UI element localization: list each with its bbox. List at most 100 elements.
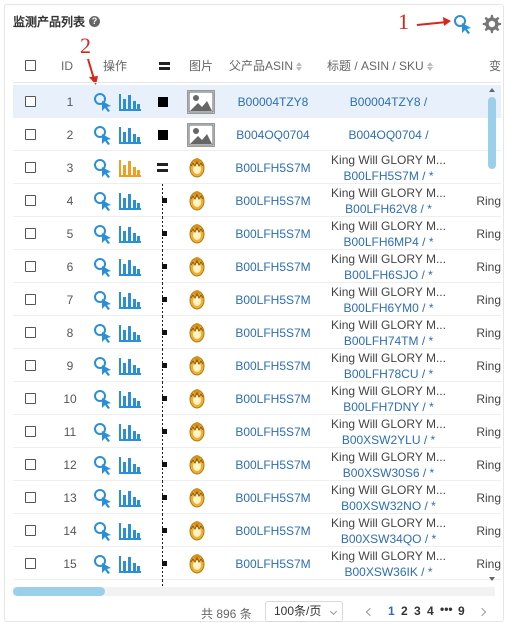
- product-image[interactable]: [187, 481, 207, 514]
- product-image[interactable]: [187, 283, 207, 316]
- page-2[interactable]: 2: [401, 604, 408, 618]
- table-row[interactable]: 2 B004OQ0704 B004OQ0704 /: [13, 118, 501, 151]
- row-checkbox[interactable]: [25, 525, 36, 536]
- asin-sku-link[interactable]: B00LFH78CU / *: [344, 366, 433, 382]
- gear-icon[interactable]: [480, 13, 502, 35]
- cursor-search-icon[interactable]: [93, 283, 113, 316]
- parent-asin-link[interactable]: B00LFH5S7M: [223, 481, 323, 514]
- product-image[interactable]: [187, 415, 207, 448]
- product-image[interactable]: [187, 316, 207, 349]
- parent-asin-link[interactable]: B00LFH5S7M: [223, 250, 323, 283]
- bar-chart-icon[interactable]: [118, 514, 142, 547]
- table-row[interactable]: King Will GLORY M...: [13, 580, 501, 587]
- row-checkbox[interactable]: [25, 96, 36, 107]
- asin-sku-link[interactable]: B00004TZY8 /: [350, 94, 427, 110]
- parent-asin-link[interactable]: B004OQ0704: [223, 118, 323, 151]
- asin-sku-link[interactable]: B00XSW34QO / *: [341, 531, 436, 547]
- bar-chart-icon[interactable]: [118, 580, 142, 587]
- cursor-search-icon[interactable]: [93, 316, 113, 349]
- asin-sku-link[interactable]: B00LFH6YM0 / *: [343, 300, 433, 316]
- asin-sku-link[interactable]: B00LFH62V8 / *: [345, 201, 432, 217]
- bar-chart-icon[interactable]: [118, 85, 142, 118]
- col-title[interactable]: 标题 / ASIN / SKU: [327, 49, 433, 83]
- bar-chart-icon[interactable]: [118, 481, 142, 514]
- sort-icon[interactable]: [296, 62, 303, 71]
- product-image[interactable]: [187, 250, 207, 283]
- row-checkbox[interactable]: [25, 327, 36, 338]
- parent-asin-link[interactable]: B00004TZY8: [223, 85, 323, 118]
- parent-asin-link[interactable]: B00LFH5S7M: [223, 217, 323, 250]
- monitor-all-cursor-icon[interactable]: [453, 14, 473, 34]
- asin-sku-link[interactable]: B00LFH6MP4 / *: [343, 234, 433, 250]
- row-checkbox[interactable]: [25, 294, 36, 305]
- table-row[interactable]: 6 B00LFH5S7M King Will GLORY M... B00LFH6SJ…: [13, 250, 501, 283]
- table-row[interactable]: 15 B00LFH5S7M King Will GLORY M... B00XSW36…: [13, 547, 501, 580]
- product-image[interactable]: [187, 118, 215, 151]
- parent-asin-link[interactable]: B00LFH5S7M: [223, 184, 323, 217]
- table-row[interactable]: 1 B00004TZY8 B00004TZY8 /: [13, 85, 501, 118]
- cursor-search-icon[interactable]: [93, 184, 113, 217]
- parent-asin-link[interactable]: [223, 580, 323, 587]
- next-page-icon[interactable]: [477, 607, 487, 617]
- asin-sku-link[interactable]: B00LFH74TM / *: [344, 333, 433, 349]
- scroll-up-arrow-icon[interactable]: [489, 88, 495, 92]
- asin-sku-link[interactable]: B004OQ0704 /: [348, 127, 428, 143]
- table-row[interactable]: 13 B00LFH5S7M King Will GLORY M... B00XSW32…: [13, 481, 501, 514]
- cursor-search-icon[interactable]: [93, 118, 113, 151]
- page-3[interactable]: 3: [414, 604, 421, 618]
- row-checkbox[interactable]: [25, 129, 36, 140]
- row-checkbox[interactable]: [25, 558, 36, 569]
- table-row[interactable]: 14 B00LFH5S7M King Will GLORY M... B00XSW34…: [13, 514, 501, 547]
- cursor-search-icon[interactable]: [93, 580, 113, 587]
- table-row[interactable]: 10 B00LFH5S7M King Will GLORY M... B00LFH7D…: [13, 382, 501, 415]
- bar-chart-icon[interactable]: [118, 448, 142, 481]
- page-ellipsis[interactable]: •••: [440, 602, 453, 616]
- product-image[interactable]: [187, 151, 207, 184]
- table-row[interactable]: 3 B00LFH5S7M King Will GLORY M... B00LFH5S7…: [13, 151, 501, 184]
- product-image[interactable]: [187, 547, 207, 580]
- horizontal-scrollbar[interactable]: [13, 587, 495, 596]
- bar-chart-icon[interactable]: [118, 118, 142, 151]
- parent-asin-link[interactable]: B00LFH5S7M: [223, 283, 323, 316]
- vertical-scroll-thumb[interactable]: [488, 97, 496, 169]
- parent-asin-link[interactable]: B00LFH5S7M: [223, 382, 323, 415]
- table-row[interactable]: 4 B00LFH5S7M King Will GLORY M... B00LFH62V…: [13, 184, 501, 217]
- page-size-select[interactable]: 100条/页: [265, 601, 343, 622]
- asin-sku-link[interactable]: B00LFH5S7M / *: [343, 168, 433, 184]
- row-checkbox[interactable]: [25, 492, 36, 503]
- row-checkbox[interactable]: [25, 162, 36, 173]
- asin-sku-link[interactable]: B00XSW2YLU / *: [342, 432, 435, 448]
- page-1[interactable]: 1: [388, 604, 395, 618]
- cursor-search-icon[interactable]: [93, 448, 113, 481]
- prev-page-icon[interactable]: [365, 607, 375, 617]
- asin-sku-link[interactable]: B00XSW36IK / *: [344, 564, 432, 580]
- cursor-search-icon[interactable]: [93, 151, 113, 184]
- cursor-search-icon[interactable]: [93, 250, 113, 283]
- cursor-search-icon[interactable]: [93, 349, 113, 382]
- horizontal-scroll-thumb[interactable]: [13, 587, 105, 596]
- product-image[interactable]: [187, 349, 207, 382]
- table-row[interactable]: 9 B00LFH5S7M King Will GLORY M... B00LFH78C…: [13, 349, 501, 382]
- help-icon[interactable]: ?: [89, 16, 101, 27]
- bar-chart-icon[interactable]: [118, 283, 142, 316]
- variant-group-icon[interactable]: [157, 161, 169, 175]
- cursor-search-icon[interactable]: [93, 547, 113, 580]
- product-image[interactable]: [187, 217, 207, 250]
- col-id[interactable]: ID: [61, 49, 73, 83]
- parent-asin-link[interactable]: B00LFH5S7M: [223, 316, 323, 349]
- asin-sku-link[interactable]: B00XSW32NO / *: [341, 498, 436, 514]
- asin-sku-link[interactable]: B00XSW30S6 / *: [343, 465, 434, 481]
- bar-chart-icon[interactable]: [118, 151, 142, 184]
- row-checkbox[interactable]: [25, 360, 36, 371]
- cursor-search-icon[interactable]: [93, 415, 113, 448]
- parent-asin-link[interactable]: B00LFH5S7M: [223, 448, 323, 481]
- vertical-scrollbar[interactable]: [488, 45, 496, 585]
- col-parent-asin[interactable]: 父产品ASIN: [229, 49, 303, 83]
- parent-asin-link[interactable]: B00LFH5S7M: [223, 514, 323, 547]
- asin-sku-link[interactable]: B00LFH6SJO / *: [344, 267, 433, 283]
- product-image[interactable]: [187, 514, 207, 547]
- bar-chart-icon[interactable]: [118, 316, 142, 349]
- cursor-search-icon[interactable]: [93, 85, 113, 118]
- table-row[interactable]: 5 B00LFH5S7M King Will GLORY M... B00LFH6MP…: [13, 217, 501, 250]
- parent-asin-link[interactable]: B00LFH5S7M: [223, 151, 323, 184]
